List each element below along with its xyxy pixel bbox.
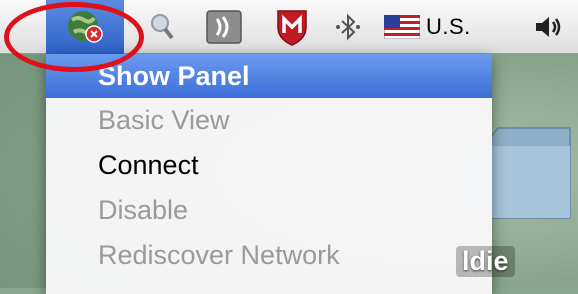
globe-disconnected-icon bbox=[64, 6, 106, 48]
antivirus-menu-extra[interactable] bbox=[266, 0, 318, 54]
menu-bar: U.S. bbox=[0, 0, 578, 54]
input-source-menu-extra[interactable]: U.S. bbox=[384, 0, 508, 54]
menu-item-disable: Disable bbox=[98, 195, 189, 225]
remote-menu-extra[interactable] bbox=[198, 0, 250, 54]
network-dropdown-menu: Show Panel Basic View Connect Disable Re… bbox=[46, 54, 492, 294]
signal-box-icon bbox=[205, 9, 243, 45]
search-icon bbox=[149, 12, 175, 42]
menu-item-rediscover-network: Rediscover Network bbox=[98, 240, 340, 270]
menu-item-basic-view: Basic View bbox=[98, 105, 230, 135]
folder-label[interactable]: ldie bbox=[456, 246, 515, 277]
bluetooth-icon bbox=[333, 12, 363, 42]
volume-menu-extra[interactable] bbox=[526, 0, 570, 54]
speaker-icon bbox=[533, 13, 563, 41]
menu-item-show-panel[interactable]: Show Panel bbox=[46, 54, 492, 98]
us-flag-icon bbox=[384, 15, 420, 39]
network-status-menu-extra[interactable] bbox=[46, 0, 124, 54]
search-menu-extra[interactable] bbox=[140, 0, 184, 54]
menu-item-connect[interactable]: Connect bbox=[46, 143, 492, 188]
mcafee-shield-icon bbox=[274, 7, 310, 47]
bluetooth-menu-extra[interactable] bbox=[326, 0, 370, 54]
input-source-label: U.S. bbox=[426, 14, 471, 39]
